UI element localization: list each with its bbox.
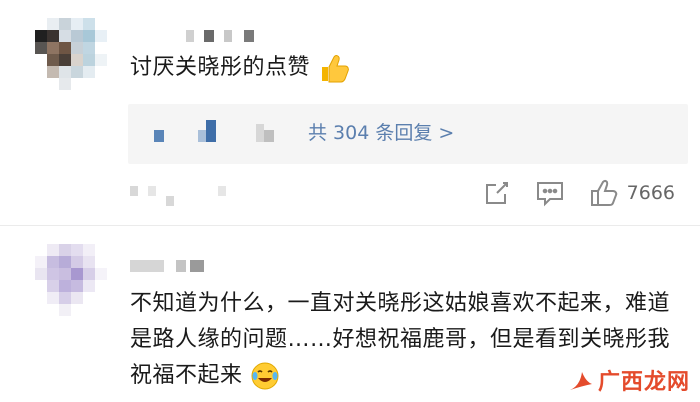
like-count: 7666 (626, 182, 675, 204)
avatar[interactable] (35, 18, 107, 90)
comment-text: 讨厌关晓彤的点赞 (130, 50, 350, 86)
thumbs-up-icon (590, 180, 617, 206)
comment-item: 不知道为什么，一直对关晓彤这姑娘喜欢不起来，难道是路人缘的问题……好想祝福鹿哥，… (0, 226, 700, 402)
timestamp-redacted (130, 186, 226, 206)
site-watermark: 广西龙网 (568, 364, 690, 396)
comment-icon[interactable] (535, 179, 565, 207)
watermark-text: 广西龙网 (597, 370, 690, 395)
view-replies-link[interactable]: 共 304 条回复 > (308, 118, 454, 145)
share-icon[interactable] (483, 179, 511, 207)
comment-item: 讨厌关晓彤的点赞 共 304 条回复 > 7666 (0, 0, 700, 225)
avatar[interactable] (35, 244, 107, 316)
watermark-logo-icon (569, 372, 592, 390)
laugh-cry-emoji-icon (251, 362, 279, 390)
like-button[interactable]: 7666 (589, 178, 675, 208)
thumbs-up-emoji-icon (321, 55, 349, 83)
reply-summary-box[interactable]: 共 304 条回复 > (128, 104, 688, 164)
username-redacted[interactable] (186, 30, 254, 42)
replier-names-redacted (154, 120, 274, 142)
comment-text-content: 讨厌关晓彤的点赞 (130, 55, 311, 80)
username-redacted[interactable] (130, 260, 204, 272)
comment-actions: 7666 (483, 175, 675, 211)
